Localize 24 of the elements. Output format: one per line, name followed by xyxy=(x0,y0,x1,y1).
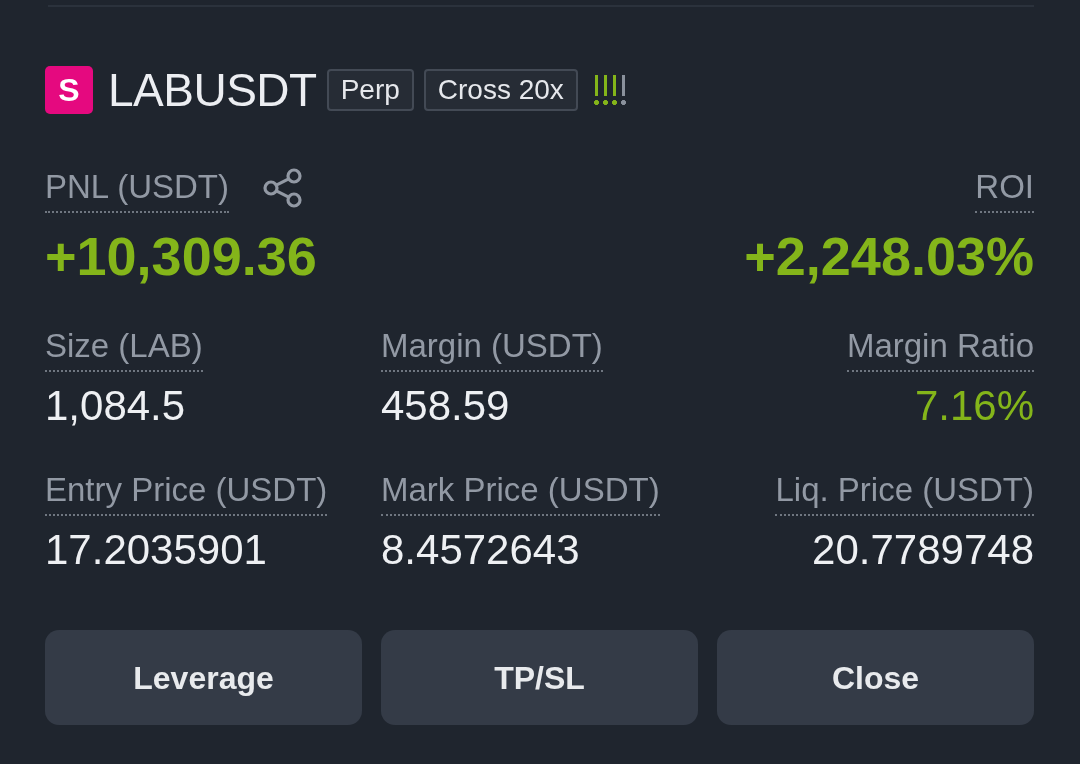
roi-label: ROI xyxy=(975,169,1034,213)
field-label: Size (LAB) xyxy=(45,328,203,372)
field-value: 20.7789748 xyxy=(811,526,1034,574)
action-button[interactable]: Close xyxy=(717,630,1034,725)
symbol-name: LABUSDT xyxy=(108,67,317,113)
field-label: Margin (USDT) xyxy=(381,328,603,372)
field-value: 7.16% xyxy=(913,382,1034,430)
symbol-badge: S xyxy=(45,66,93,114)
market-tag: Cross 20x xyxy=(423,69,578,111)
field-label: Liq. Price (USDT) xyxy=(775,472,1034,516)
field-label: Entry Price (USDT) xyxy=(45,472,328,516)
field-value: 8.4572643 xyxy=(381,526,581,574)
market-tag: Perp xyxy=(326,69,414,111)
field-label: Mark Price (USDT) xyxy=(381,472,660,516)
pnl-value: +10,309.36 xyxy=(45,227,317,286)
action-button[interactable]: TP/SL xyxy=(381,630,698,725)
field-value: 17.2035901 xyxy=(45,526,268,574)
pnl-label: PNL (USDT) xyxy=(45,169,229,213)
field-value: 458.59 xyxy=(381,382,511,430)
roi-value: +2,248.03% xyxy=(744,227,1034,286)
share-icon[interactable] xyxy=(262,168,303,208)
field-label: Margin Ratio xyxy=(846,328,1034,372)
action-button[interactable]: Leverage xyxy=(45,630,362,725)
field-value: 1,084.5 xyxy=(45,382,187,430)
